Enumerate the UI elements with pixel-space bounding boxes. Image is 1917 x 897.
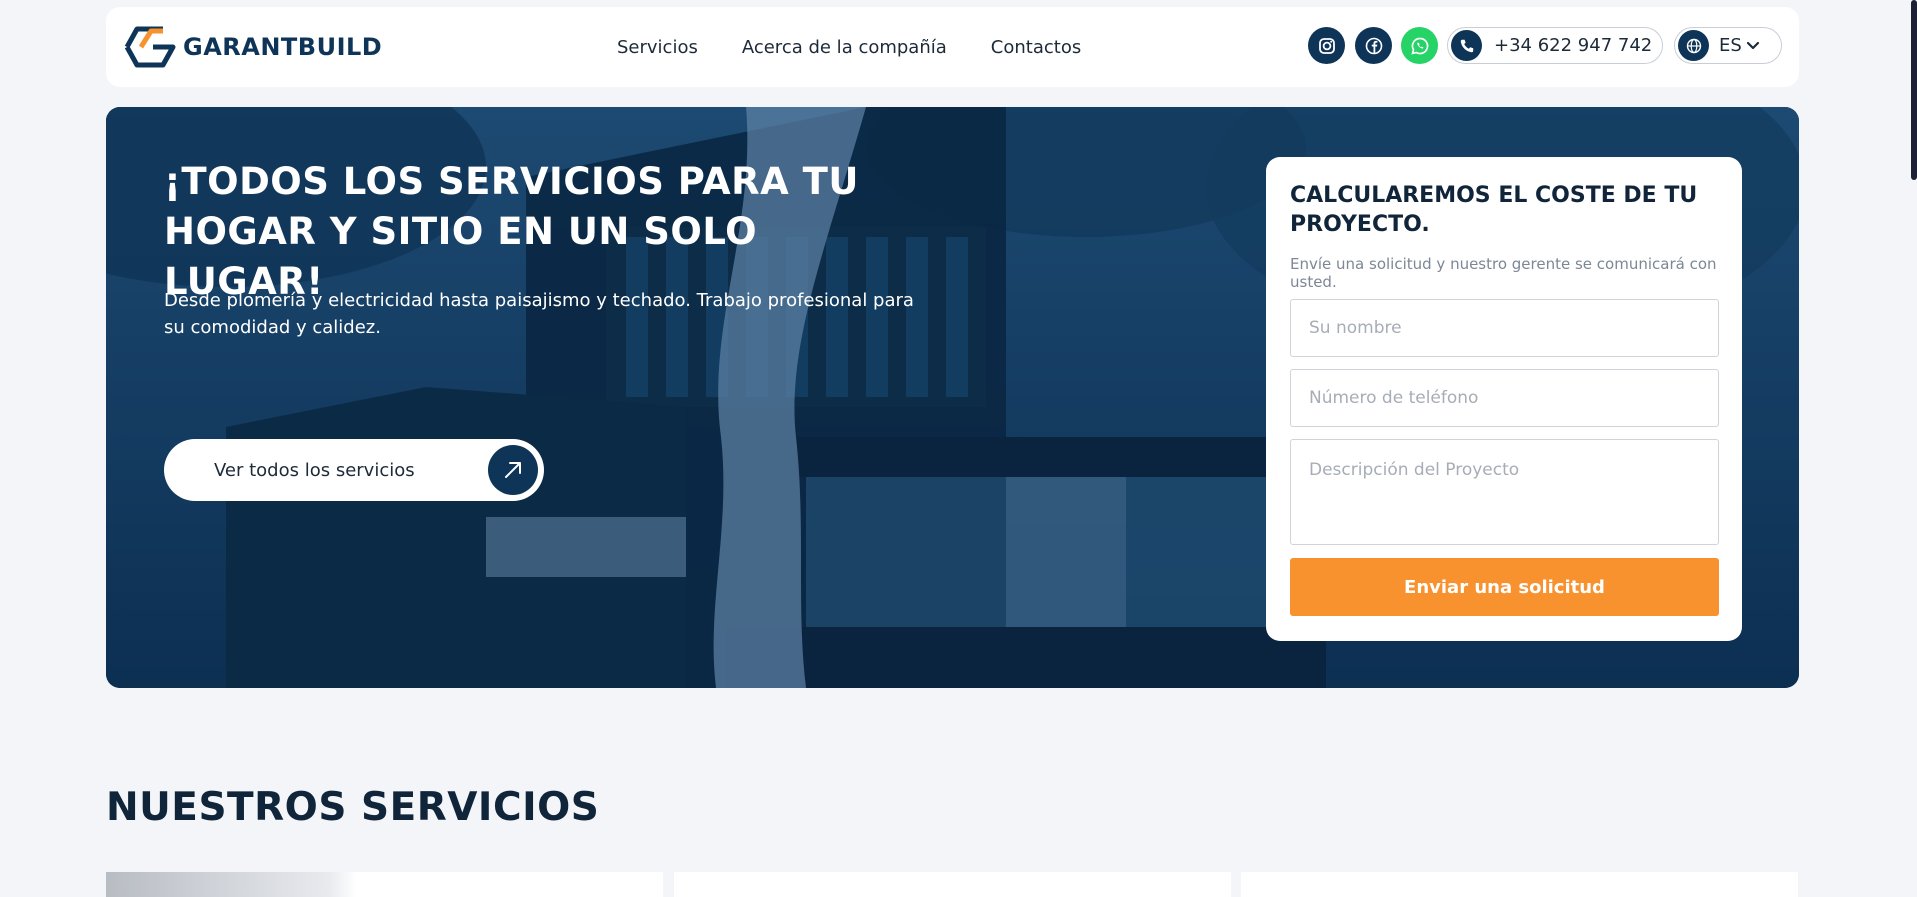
arrow-up-right-icon xyxy=(488,445,538,495)
main-nav: Servicios Acerca de la compañía Contacto… xyxy=(617,37,1081,58)
whatsapp-icon[interactable] xyxy=(1401,27,1438,64)
project-description-input[interactable] xyxy=(1290,439,1719,545)
language-selector[interactable]: ES xyxy=(1674,27,1782,64)
services-title: NUESTROS SERVICIOS xyxy=(106,785,600,830)
instagram-icon[interactable] xyxy=(1308,27,1345,64)
phone-button[interactable]: +34 622 947 742 xyxy=(1447,27,1663,64)
nav-item-contactos[interactable]: Contactos xyxy=(991,37,1081,58)
chevron-down-icon xyxy=(1746,41,1759,49)
service-card[interactable] xyxy=(106,872,663,897)
submit-request-button[interactable]: Enviar una solicitud xyxy=(1290,558,1719,616)
quote-form-card: CALCULAREMOS EL COSTE DE TU PROYECTO. En… xyxy=(1266,157,1742,641)
hero-section: ¡TODOS LOS SERVICIOS PARA TU HOGAR Y SIT… xyxy=(106,107,1799,688)
phone-number: +34 622 947 742 xyxy=(1494,35,1653,56)
logo[interactable]: GARANTBUILD xyxy=(123,25,382,69)
view-all-services-label: Ver todos los servicios xyxy=(214,459,415,481)
phone-icon xyxy=(1451,30,1482,61)
language-label: ES xyxy=(1719,35,1742,56)
form-description: Envíe una solicitud y nuestro gerente se… xyxy=(1290,255,1717,291)
logo-text: GARANTBUILD xyxy=(183,33,383,61)
site-header: GARANTBUILD Servicios Acerca de la compa… xyxy=(106,7,1799,87)
logo-icon xyxy=(124,26,176,68)
form-title: CALCULAREMOS EL COSTE DE TU PROYECTO. xyxy=(1290,183,1698,237)
service-card[interactable] xyxy=(1241,872,1798,897)
hero-title: ¡TODOS LOS SERVICIOS PARA TU HOGAR Y SIT… xyxy=(164,160,859,303)
name-input[interactable] xyxy=(1290,299,1719,357)
scrollbar-thumb[interactable] xyxy=(1911,0,1917,180)
facebook-icon[interactable] xyxy=(1355,27,1392,64)
nav-item-acerca[interactable]: Acerca de la compañía xyxy=(742,37,947,58)
view-all-services-button[interactable]: Ver todos los servicios xyxy=(164,439,544,501)
service-card[interactable] xyxy=(674,872,1231,897)
phone-input[interactable] xyxy=(1290,369,1719,427)
hero-subtitle: Desde plomería y electricidad hasta pais… xyxy=(164,290,914,338)
globe-icon xyxy=(1678,30,1709,61)
nav-item-servicios[interactable]: Servicios xyxy=(617,37,698,58)
